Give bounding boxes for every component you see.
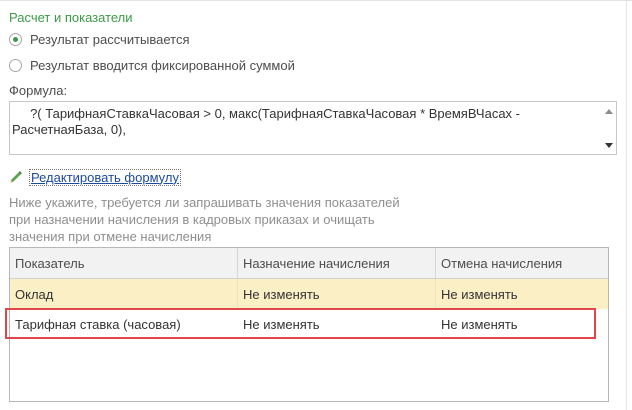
cell-cancellation[interactable]: Не изменять	[436, 279, 608, 309]
edit-formula-link[interactable]: Редактировать формулу	[29, 168, 181, 186]
formula-text[interactable]: ?( ТарифнаяСтавкаЧасовая > 0, макс(Тариф…	[10, 106, 602, 138]
right-divider	[626, 0, 627, 410]
formula-scrollbar[interactable]	[602, 102, 616, 154]
scroll-down-icon[interactable]	[605, 143, 613, 148]
radio-button-checked[interactable]	[9, 32, 22, 46]
section-title: Расчет и показатели	[9, 10, 133, 25]
column-header-assignment[interactable]: Назначение начисления	[238, 248, 436, 278]
table-row[interactable]: Оклад Не изменять Не изменять	[10, 279, 608, 309]
radio-label: Результат вводится фиксированной суммой	[30, 57, 295, 73]
table-row[interactable]: Тарифная ставка (часовая) Не изменять Не…	[10, 309, 608, 339]
formula-label: Формула:	[9, 83, 68, 98]
column-header-indicator[interactable]: Показатель	[10, 248, 238, 278]
cell-indicator[interactable]: Оклад	[10, 279, 238, 309]
scroll-up-icon[interactable]	[605, 109, 613, 114]
column-header-cancellation[interactable]: Отмена начисления	[436, 248, 608, 278]
radio-label: Результат рассчитывается	[30, 31, 190, 47]
radio-result-fixed-sum[interactable]: Результат вводится фиксированной суммой	[9, 56, 295, 74]
indicators-table[interactable]: Показатель Назначение начисления Отмена …	[9, 247, 609, 402]
cell-assignment[interactable]: Не изменять	[238, 279, 436, 309]
cell-assignment[interactable]: Не изменять	[238, 309, 436, 339]
table-header: Показатель Назначение начисления Отмена …	[10, 248, 608, 279]
radio-result-calculated[interactable]: Результат рассчитывается	[9, 30, 190, 48]
cell-indicator[interactable]: Тарифная ставка (часовая)	[10, 309, 238, 339]
edit-formula-row[interactable]: Редактировать формулу	[9, 168, 181, 186]
top-divider	[0, 0, 632, 1]
hint-text: Ниже укажите, требуется ли запрашивать з…	[9, 195, 400, 244]
formula-field[interactable]: ?( ТарифнаяСтавкаЧасовая > 0, макс(Тариф…	[9, 101, 617, 155]
cell-cancellation[interactable]: Не изменять	[436, 309, 608, 339]
pencil-icon	[10, 171, 22, 183]
radio-button[interactable]	[9, 58, 22, 72]
